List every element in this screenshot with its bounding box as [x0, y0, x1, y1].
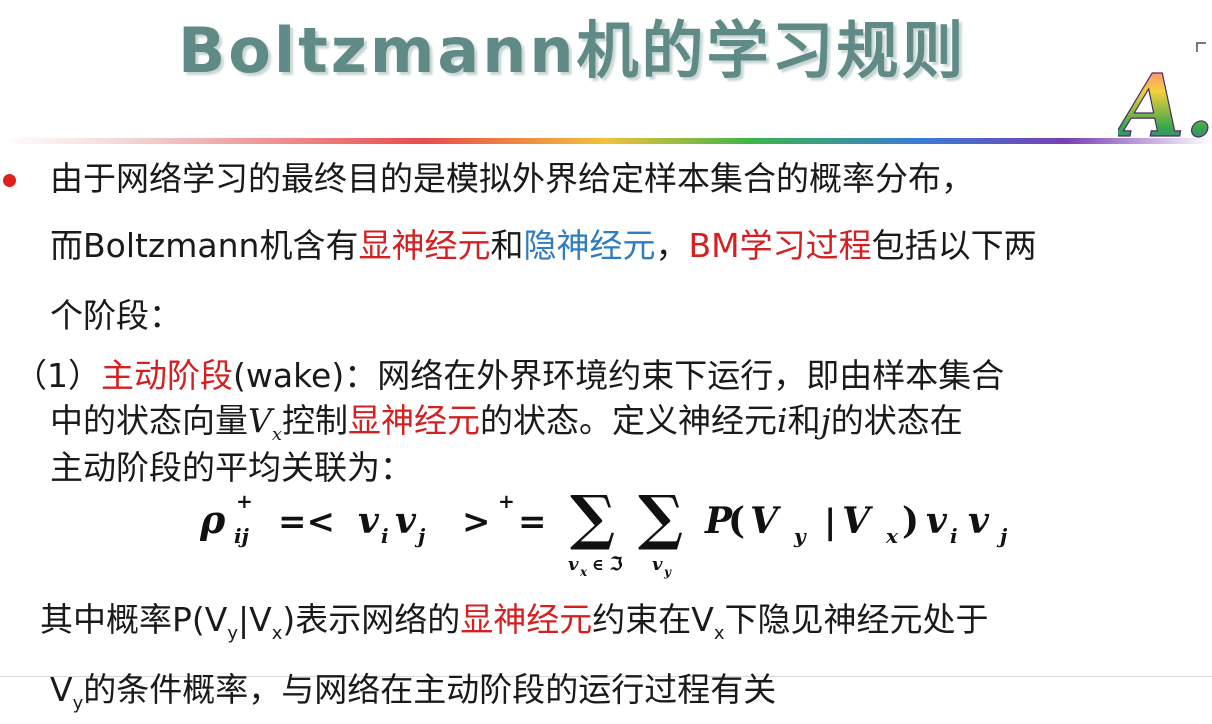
- sub-j-2: j: [996, 524, 1008, 548]
- text-segment: 其中概率P(V: [40, 600, 228, 639]
- logo-text: A.I: [1118, 56, 1212, 142]
- text-segment: V: [50, 670, 73, 709]
- sum-1-v: v: [568, 554, 579, 575]
- text-segment: ，: [655, 226, 689, 265]
- sum-2-y: y: [663, 565, 672, 579]
- text-segment: |V: [238, 600, 272, 639]
- text-segment: 的状态。定义神经元: [480, 401, 777, 440]
- visible-neuron-term: 显神经元: [460, 600, 593, 639]
- bullet-icon: [3, 174, 16, 187]
- item-number: （1）: [14, 356, 101, 395]
- text-segment: 而Boltzmann机含有: [50, 226, 359, 265]
- text-segment: )表示网络的: [282, 600, 461, 639]
- rho-sup-plus: +: [236, 489, 253, 513]
- sup-plus: +: [498, 489, 515, 513]
- sum-2: ∑: [638, 488, 683, 553]
- sum-1: ∑: [570, 488, 615, 553]
- ai-logo-icon: A.I: [1118, 42, 1212, 142]
- eq-sign: =: [518, 502, 547, 542]
- sum-2-v: v: [652, 554, 663, 575]
- sub-i-2: i: [950, 524, 958, 548]
- var-V-y: V: [750, 500, 781, 542]
- text-segment: 的条件概率，与网络在主动阶段的运行过程有关: [83, 670, 777, 709]
- lparen: (: [728, 500, 745, 542]
- var-x: x: [271, 424, 282, 445]
- eq-lt-sign: =<: [278, 502, 335, 542]
- para1-line3: 个阶段：: [50, 296, 182, 335]
- var-V-x: V: [842, 500, 873, 542]
- sub-y: y: [72, 693, 84, 714]
- var-i: i: [777, 401, 788, 440]
- bar: |: [824, 502, 836, 542]
- sum-1-x: x: [579, 565, 588, 579]
- rho-symbol: ρ: [200, 497, 226, 542]
- sub-y: y: [793, 524, 807, 548]
- var-v: V: [248, 401, 272, 440]
- visible-neuron-term: 显神经元: [348, 401, 480, 440]
- v-j-2: v: [968, 500, 990, 542]
- para3-line1: 其中概率P(Vy|Vx)表示网络的显神经元约束在Vx下隐见神经元处于: [40, 600, 988, 654]
- para1-line1: 由于网络学习的最终目的是模拟外界给定样本集合的概率分布，: [50, 159, 974, 198]
- correlation-formula: ρ + ij =< v i v j > + = ∑ v x ∈ ℑ ∑ v y …: [200, 488, 1008, 579]
- v-i: v: [358, 500, 380, 542]
- rparen: ): [902, 500, 919, 542]
- text-segment: 约束在V: [592, 600, 714, 639]
- text-segment: 中的状态向量: [50, 401, 248, 440]
- text-segment: (wake)：网络在外界环境约束下运行，即由样本集合: [233, 356, 1005, 395]
- hidden-neuron-term: 隐神经元: [523, 226, 656, 265]
- var-j: j: [820, 401, 831, 440]
- sub-x: x: [713, 623, 725, 644]
- gt-sign: >: [462, 502, 491, 542]
- para2-line1: （1）主动阶段(wake)：网络在外界环境约束下运行，即由样本集合: [14, 356, 1004, 396]
- sub-x: x: [885, 524, 899, 548]
- para2-line3: 主动阶段的平均关联为：: [50, 448, 413, 487]
- sub-i: i: [381, 524, 389, 548]
- wake-phase-term: 主动阶段: [101, 356, 233, 395]
- text-segment: 的状态在: [830, 401, 963, 440]
- sub-y: y: [227, 623, 239, 644]
- rho-sub-ij: ij: [234, 524, 250, 548]
- text-segment: 和: [490, 226, 524, 265]
- v-j: v: [395, 500, 417, 542]
- text-segment: 下隐见神经元处于: [724, 600, 989, 639]
- title-divider: [0, 138, 1212, 144]
- text-segment: 控制: [282, 401, 348, 440]
- para1-line2: 而Boltzmann机含有显神经元和隐神经元，BM学习过程包括以下两: [50, 226, 1037, 266]
- sum-1-set: ℑ: [609, 554, 623, 575]
- slide-title: Boltzmann机的学习规则: [178, 14, 967, 87]
- sum-1-in: ∈: [592, 555, 604, 574]
- text-segment: 包括以下两: [871, 226, 1037, 265]
- text-segment: 和: [787, 401, 821, 440]
- para2-line2: 中的状态向量Vx控制显神经元的状态。定义神经元i和j的状态在: [50, 401, 963, 455]
- v-i-2: v: [926, 500, 948, 542]
- bm-learning-term: BM学习过程: [688, 226, 872, 265]
- sub-x: x: [271, 623, 283, 644]
- visible-neuron-term: 显神经元: [358, 226, 491, 265]
